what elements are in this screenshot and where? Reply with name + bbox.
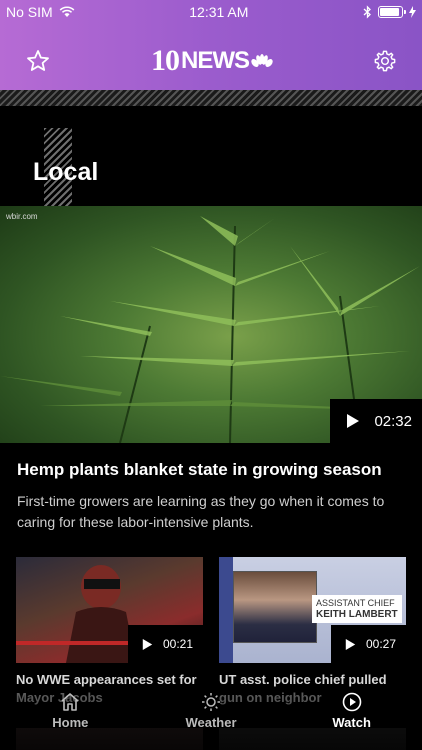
watermark: wbir.com bbox=[6, 212, 38, 221]
duration-label: 00:27 bbox=[365, 637, 396, 651]
play-circle-icon bbox=[342, 692, 361, 712]
tab-bar: Home Weather Watch bbox=[0, 688, 422, 750]
tab-weather[interactable]: Weather bbox=[161, 692, 261, 730]
charging-icon bbox=[409, 6, 416, 18]
section-header: Local bbox=[0, 106, 422, 206]
tab-home[interactable]: Home bbox=[20, 692, 120, 730]
tab-label: Weather bbox=[185, 715, 237, 730]
gear-icon[interactable] bbox=[374, 50, 396, 72]
wifi-icon bbox=[59, 6, 75, 17]
play-icon bbox=[347, 414, 359, 428]
card-1-duration-badge[interactable]: 00:21 bbox=[128, 625, 203, 663]
peacock-icon bbox=[251, 54, 273, 67]
hero-summary: First-time growers are learning as they … bbox=[17, 493, 385, 530]
video-card-1[interactable]: 00:21 bbox=[16, 557, 203, 663]
accent-bar bbox=[219, 557, 233, 663]
hero-video-thumbnail[interactable]: wbir.com 02:32 bbox=[0, 206, 422, 443]
play-icon bbox=[142, 638, 153, 650]
lower-third-name: KEITH LAMBERT bbox=[316, 609, 398, 620]
station-logo: 10 NEWS bbox=[151, 44, 273, 78]
card-2-duration-badge[interactable]: 00:27 bbox=[331, 625, 406, 663]
navigation-bar: 10 NEWS bbox=[0, 38, 422, 84]
hero-duration-badge[interactable]: 02:32 bbox=[330, 399, 422, 443]
logo-number: 10 bbox=[151, 44, 180, 77]
duration-label: 02:32 bbox=[374, 412, 412, 430]
battery-icon bbox=[378, 6, 406, 18]
logo-text: NEWS bbox=[181, 47, 250, 74]
header-divider bbox=[0, 90, 422, 106]
app-header: No SIM 12:31 AM 10 NEWS bbox=[0, 0, 422, 90]
bluetooth-icon bbox=[363, 5, 371, 19]
tab-watch[interactable]: Watch bbox=[302, 692, 402, 730]
portrait-image bbox=[233, 571, 317, 643]
sun-icon bbox=[201, 693, 220, 711]
duration-label: 00:21 bbox=[162, 637, 193, 651]
hero-headline[interactable]: Hemp plants blanket state in growing sea… bbox=[17, 460, 382, 480]
tab-label: Home bbox=[52, 715, 89, 730]
tab-label: Watch bbox=[332, 715, 371, 730]
home-icon bbox=[61, 693, 79, 711]
lower-third: ASSISTANT CHIEF KEITH LAMBERT bbox=[312, 595, 402, 623]
play-icon bbox=[345, 638, 356, 650]
status-bar: No SIM 12:31 AM bbox=[0, 0, 422, 24]
video-card-2[interactable]: ASSISTANT CHIEF KEITH LAMBERT 00:27 bbox=[219, 557, 406, 663]
section-title: Local bbox=[33, 158, 99, 186]
star-icon[interactable] bbox=[26, 49, 50, 73]
lower-third-title: ASSISTANT CHIEF bbox=[316, 598, 395, 608]
carrier-label: No SIM bbox=[6, 4, 53, 20]
clock: 12:31 AM bbox=[189, 4, 249, 20]
